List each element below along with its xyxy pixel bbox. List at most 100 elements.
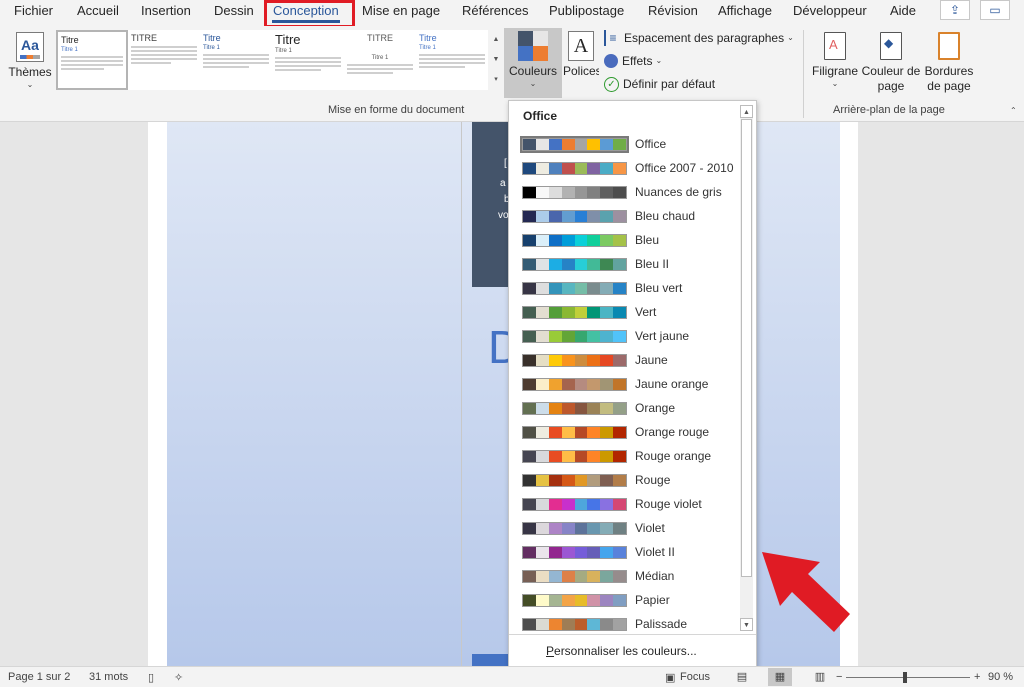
color-swatch [561,378,575,390]
color-scheme-item[interactable]: Orange rouge [509,420,739,444]
color-scheme-item[interactable]: Orange [509,396,739,420]
themes-button[interactable]: Aa Thèmes ⌄ [6,30,54,100]
tab-affichage[interactable]: Affichage [718,2,772,20]
read-mode-icon[interactable]: ▤ [730,668,754,686]
color-swatch [561,138,575,150]
color-scheme-item[interactable]: Jaune [509,348,739,372]
color-swatch [587,474,601,486]
color-scheme-item[interactable]: Office [509,132,739,156]
color-scheme-item[interactable]: Jaune orange [509,372,739,396]
chevron-up-icon[interactable]: ▲ [490,30,502,50]
couleurs-button[interactable]: Couleurs ⌄ [504,28,562,98]
scroll-down-icon[interactable]: ▼ [740,618,753,631]
scroll-up-icon[interactable]: ▲ [740,105,753,118]
themes-icon-text: Aa [21,37,39,53]
color-swatch-strip [522,425,627,439]
color-swatch [574,618,588,630]
color-scheme-name: Rouge violet [635,497,702,511]
page-borders-icon [938,32,960,60]
filigrane-button[interactable]: A Filigrane ⌄ [810,30,860,89]
zoom-in-icon[interactable]: + [974,671,980,683]
tab-mise-en-page[interactable]: Mise en page [362,2,440,20]
scrollbar-thumb[interactable] [741,119,752,577]
zoom-slider[interactable] [846,677,970,678]
color-swatch [548,282,562,294]
color-swatch [587,378,601,390]
color-swatch-strip [522,521,627,535]
gallery-scroll[interactable]: ▲ ▼ ▾ [490,30,502,90]
zoom-slider-thumb[interactable] [903,672,907,683]
color-scheme-item[interactable]: Rouge [509,468,739,492]
color-scheme-item[interactable]: Bleu [509,228,739,252]
color-swatch [548,498,562,510]
collapse-ribbon-icon[interactable]: ⌃ [1010,106,1017,116]
style-thumb[interactable]: TITRE [128,30,200,90]
page-count[interactable]: Page 1 sur 2 [8,671,70,683]
zoom-level[interactable]: 90 % [988,671,1013,683]
color-scheme-item[interactable]: Bleu vert [509,276,739,300]
style-thumb[interactable]: Titre Titre 1 [416,30,488,90]
color-scheme-item[interactable]: Médian [509,564,739,588]
color-scheme-item[interactable]: Palissade [509,612,739,636]
color-scheme-item[interactable]: Violet [509,516,739,540]
color-scheme-item[interactable]: Violet II [509,540,739,564]
color-scheme-item[interactable]: Bleu II [509,252,739,276]
tab-developpeur[interactable]: Développeur [793,2,867,20]
comments-button[interactable]: ▭ [980,0,1010,20]
tab-references[interactable]: Références [462,2,528,20]
dropdown-scrollbar[interactable]: ▲ ▼ [740,105,753,631]
tab-fichier[interactable]: Fichier [14,2,53,20]
color-swatch [535,258,549,270]
color-swatch [587,594,601,606]
paragraph-spacing-button[interactable]: ≡ Espacement des paragraphes ⌄ [604,28,794,48]
web-layout-icon[interactable]: ▥ [808,668,832,686]
tab-insertion[interactable]: Insertion [141,2,191,20]
color-swatch [561,618,575,630]
color-swatch [587,354,601,366]
style-thumb[interactable]: Titre Titre 1 [272,30,344,90]
bordures-page-button[interactable]: Bordures de page [922,30,976,94]
tab-accueil[interactable]: Accueil [77,2,119,20]
effects-button[interactable]: Effets ⌄ [604,51,662,71]
more-icon[interactable]: ▾ [490,70,502,90]
chevron-down-icon[interactable]: ▼ [490,50,502,70]
customize-colors-link[interactable]: Personnaliser les couleurs... [546,644,697,658]
focus-button[interactable]: Focus [680,671,710,683]
color-swatch [548,162,562,174]
tab-revision[interactable]: Révision [648,2,698,20]
color-scheme-item[interactable]: Nuances de gris [509,180,739,204]
color-swatch [561,330,575,342]
color-scheme-item[interactable]: Rouge orange [509,444,739,468]
accessibility-icon[interactable]: ✧ [174,671,183,684]
color-swatch [600,186,614,198]
couleur-page-button[interactable]: ◆ Couleur de page [860,30,922,94]
color-swatch [600,306,614,318]
tab-aide[interactable]: Aide [890,2,916,20]
color-scheme-item[interactable]: Papier [509,588,739,612]
color-scheme-item[interactable]: Vert jaune [509,324,739,348]
proofing-icon[interactable]: ▯ [148,671,154,684]
color-scheme-item[interactable]: Bleu chaud [509,204,739,228]
color-scheme-name: Office 2007 - 2010 [635,161,734,175]
color-swatch [600,570,614,582]
style-thumb[interactable]: Titre Titre 1 [200,30,272,90]
color-scheme-item[interactable]: Rouge violet [509,492,739,516]
color-swatch [535,210,549,222]
polices-button[interactable]: A Polices [563,28,599,98]
style-thumb[interactable]: Titre Titre 1 [56,30,128,90]
zoom-out-icon[interactable]: − [836,671,842,683]
style-thumb[interactable]: TITRE Titre 1 [344,30,416,90]
color-swatch [574,498,588,510]
color-scheme-item[interactable]: Vert [509,300,739,324]
share-button[interactable]: ⇪ [940,0,970,20]
color-swatch [587,162,601,174]
couleurs-label: Couleurs [508,64,558,78]
tab-dessin[interactable]: Dessin [214,2,254,20]
tab-publipostage[interactable]: Publipostage [549,2,624,20]
print-layout-icon[interactable]: ▦ [768,668,792,686]
set-default-button[interactable]: ✓ Définir par défaut [604,74,715,94]
word-count[interactable]: 31 mots [89,671,128,683]
red-arrow-annotation [762,552,850,632]
color-swatch [561,186,575,198]
color-scheme-item[interactable]: Office 2007 - 2010 [509,156,739,180]
